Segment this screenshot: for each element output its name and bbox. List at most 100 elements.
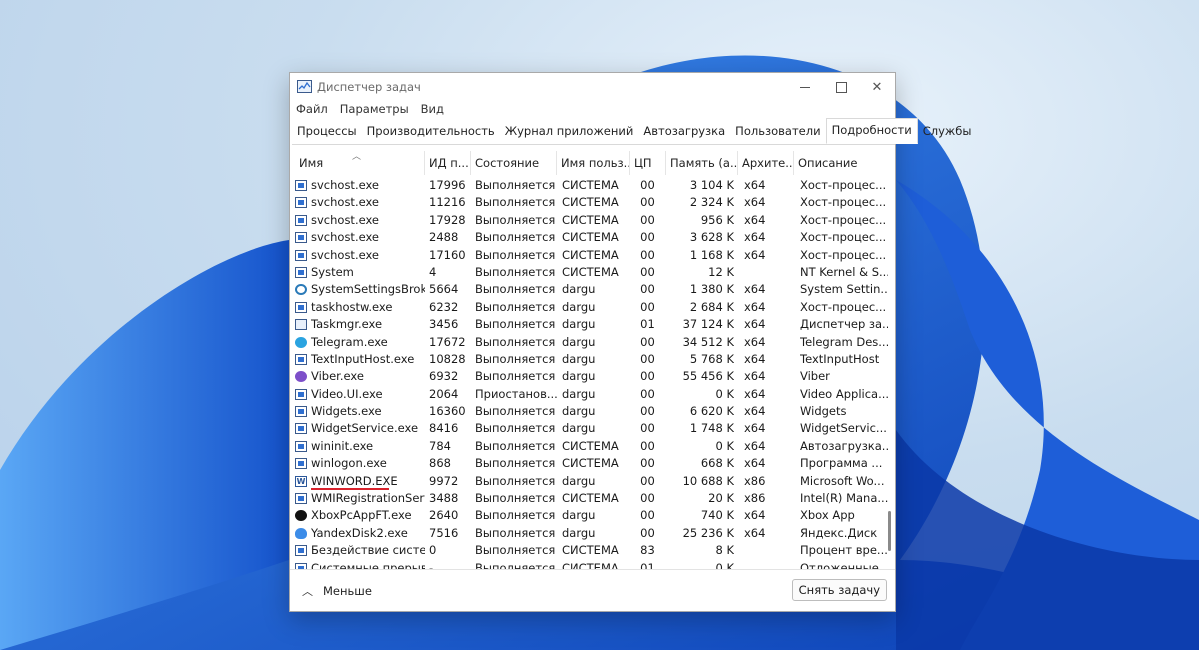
table-row[interactable]: YandexDisk2.exe 7516 Выполняется dargu 00 25 … <box>290 525 888 542</box>
process-description: Процент вре... <box>800 543 888 558</box>
tab-app-history[interactable]: Журнал приложений <box>500 120 639 143</box>
process-name: System <box>295 264 425 281</box>
process-name-text: taskhostw.exe <box>311 299 393 314</box>
table-row[interactable]: wininit.exe 784 Выполняется СИСТЕМА 00 0 K x64… <box>290 438 888 455</box>
xbox-icon <box>295 510 307 522</box>
process-name-text: svchost.exe <box>311 195 380 210</box>
tab-startup[interactable]: Автозагрузка <box>638 120 730 143</box>
process-pid: 0 <box>429 543 437 558</box>
telegram-icon <box>295 336 307 348</box>
column-header-cpu[interactable]: ЦП <box>630 151 666 175</box>
menu-file[interactable]: Файл <box>296 102 328 116</box>
menu-options[interactable]: Параметры <box>340 102 409 116</box>
process-description: Диспетчер за... <box>800 317 888 332</box>
process-name-text: Системные прерыв... <box>311 560 425 569</box>
process-name: Widgets.exe <box>295 403 425 420</box>
process-arch: x64 <box>744 525 766 540</box>
column-header-description[interactable]: Описание <box>794 151 888 175</box>
fewer-details-label: Меньше <box>323 584 372 598</box>
table-row[interactable]: W WINWORD.EXE 9972 Выполняется dargu 00 10 688… <box>290 473 888 490</box>
process-name-text: Бездействие системы <box>311 543 425 558</box>
process-cpu: 01 <box>640 560 655 569</box>
service-icon <box>295 301 307 313</box>
table-row[interactable]: Viber.exe 6932 Выполняется dargu 00 55 456 K x… <box>290 368 888 385</box>
column-header-arch[interactable]: Архите... <box>738 151 794 175</box>
process-user: dargu <box>562 317 596 332</box>
process-name-text: TextInputHost.exe <box>311 351 415 366</box>
process-name: Системные прерыв... <box>295 560 425 569</box>
process-state: Выполняется <box>475 178 556 192</box>
tab-performance[interactable]: Производительность <box>362 120 500 143</box>
process-arch: x64 <box>744 317 766 332</box>
table-row[interactable]: SystemSettingsBroke... 5664 Выполняется dar… <box>290 281 888 298</box>
tab-users[interactable]: Пользователи <box>730 120 825 143</box>
table-row[interactable]: Video.UI.exe 2064 Приостанов... dargu 00 0 K x… <box>290 386 888 403</box>
column-header-user[interactable]: Имя польз... <box>557 151 630 175</box>
column-header-name[interactable]: Имя <box>295 151 425 175</box>
process-name-text: Taskmgr.exe <box>311 317 383 332</box>
table-row[interactable]: Бездействие системы 0 Выполняется СИСТЕМА 83… <box>290 542 888 559</box>
process-memory: 25 236 K <box>682 525 734 540</box>
menu-bar: Файл Параметры Вид <box>296 102 444 116</box>
table-row[interactable]: System 4 Выполняется СИСТЕМА 00 12 K NT Kernel… <box>290 264 888 281</box>
process-arch: x64 <box>744 230 766 245</box>
process-state: Выполняется <box>475 438 556 453</box>
menu-view[interactable]: Вид <box>421 102 444 116</box>
process-state: Приостанов... <box>475 386 558 401</box>
table-row[interactable]: svchost.exe 17160 Выполняется СИСТЕМА 00 1 16… <box>290 247 888 264</box>
table-row[interactable]: WidgetService.exe 8416 Выполняется dargu 00 1… <box>290 420 888 437</box>
process-pid: 7516 <box>429 525 459 540</box>
tab-details[interactable]: Подробности <box>825 118 918 144</box>
process-cpu: 00 <box>640 178 655 192</box>
process-pid: 17996 <box>429 178 466 192</box>
process-description: Программа ... <box>800 456 883 471</box>
process-state: Выполняется <box>475 369 556 384</box>
column-header-pid[interactable]: ИД п... <box>425 151 471 175</box>
process-name-text: YandexDisk2.exe <box>311 525 408 540</box>
table-row[interactable]: XboxPcAppFT.exe 2640 Выполняется dargu 00 740… <box>290 507 888 524</box>
process-memory: 2 324 K <box>689 195 734 210</box>
minimize-button[interactable] <box>787 73 823 101</box>
footer-bar: ︿ Меньше Снять задачу <box>290 569 895 611</box>
process-name: svchost.exe <box>295 247 425 264</box>
column-header-memory[interactable]: Память (а... <box>666 151 738 175</box>
scrollbar-thumb[interactable] <box>888 511 891 551</box>
process-state: Выполняется <box>475 525 556 540</box>
process-pid: 6232 <box>429 299 459 314</box>
process-arch <box>744 560 784 569</box>
process-name-text: Viber.exe <box>311 369 364 384</box>
service-icon <box>295 423 307 435</box>
process-arch <box>744 264 784 281</box>
vertical-scrollbar[interactable] <box>888 151 892 569</box>
tab-processes[interactable]: Процессы <box>292 120 362 143</box>
table-row[interactable]: TextInputHost.exe 10828 Выполняется dargu 00… <box>290 351 888 368</box>
table-row[interactable]: Widgets.exe 16360 Выполняется dargu 00 6 620 … <box>290 403 888 420</box>
tab-services[interactable]: Службы <box>918 120 977 143</box>
process-pid: - <box>429 560 434 569</box>
table-row[interactable]: WMIRegistrationServ... 3488 Выполняется СИС… <box>290 490 888 507</box>
process-name: Taskmgr.exe <box>295 316 425 333</box>
fewer-details-button[interactable]: ︿ Меньше <box>302 583 372 599</box>
process-cpu: 00 <box>640 508 655 523</box>
close-button[interactable]: ✕ <box>859 73 895 101</box>
table-row[interactable]: Системные прерыв...- Выполняется СИСТЕМА 01… <box>290 560 888 569</box>
process-description: Video Applica... <box>800 386 888 401</box>
column-header-state[interactable]: Состояние <box>471 151 557 175</box>
table-row[interactable]: Taskmgr.exe 3456 Выполняется dargu 01 37 124 … <box>290 316 888 333</box>
table-row[interactable]: svchost.exe 17996 Выполняется СИСТЕМА 00 3 10… <box>290 177 888 194</box>
table-row[interactable]: winlogon.exe 868 Выполняется СИСТЕМА 00 668 K… <box>290 455 888 472</box>
process-cpu: 00 <box>640 212 655 227</box>
process-pid: 2064 <box>429 386 459 401</box>
process-pid: 4 <box>429 264 437 279</box>
table-row[interactable]: svchost.exe 2488 Выполняется СИСТЕМА 00 3 628… <box>290 229 888 246</box>
maximize-button[interactable] <box>823 73 859 101</box>
table-row[interactable]: taskhostw.exe 6232 Выполняется dargu 00 2 684… <box>290 299 888 316</box>
table-row[interactable]: Telegram.exe 17672 Выполняется dargu 00 34 51… <box>290 334 888 351</box>
process-description: Хост-процес... <box>800 247 887 262</box>
end-task-button[interactable]: Снять задачу <box>791 579 887 601</box>
table-row[interactable]: svchost.exe 17928 Выполняется СИСТЕМА 00 956 … <box>290 212 888 229</box>
taskmgr-icon <box>295 319 307 331</box>
title-bar[interactable]: Диспетчер задач ✕ <box>290 73 895 101</box>
table-row[interactable]: svchost.exe 11216 Выполняется СИСТЕМА 00 2 32… <box>290 194 888 211</box>
process-description: Intel(R) Mana... <box>800 491 888 506</box>
